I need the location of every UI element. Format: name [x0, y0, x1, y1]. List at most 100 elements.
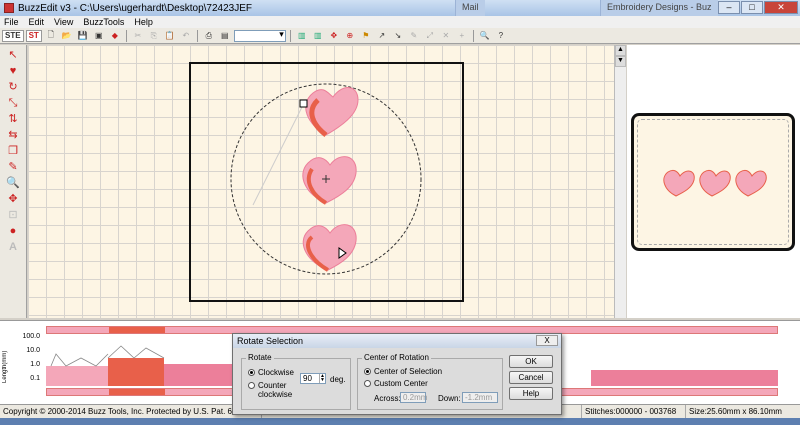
close-button[interactable]: ✕ [764, 1, 798, 14]
help-icon[interactable]: ? [494, 30, 508, 42]
background-window-tab-embroidery[interactable]: Embroidery Designs - Buz [600, 0, 718, 16]
cancel-button[interactable]: Cancel [509, 371, 553, 384]
stitch-arrow-icon[interactable]: ↘ [391, 30, 405, 42]
center-of-rotation-group: Center of Rotation Center of Selection C… [357, 353, 503, 410]
ok-button[interactable]: OK [509, 355, 553, 368]
duplicate-tool-icon[interactable]: ❐ [4, 145, 22, 158]
spin-arrows-icon[interactable]: ▲ ▼ [319, 374, 325, 383]
heart-bottom[interactable] [302, 224, 357, 272]
stitch-insert-icon[interactable]: + [455, 30, 469, 42]
rotate-selection-dialog: Rotate Selection X Rotate Clockwise Coun… [232, 333, 562, 415]
down-value: -1.2mm [465, 393, 493, 402]
maximize-button[interactable]: □ [741, 1, 763, 14]
down-label: Down: [438, 394, 461, 403]
cut-icon[interactable]: ✂ [131, 30, 145, 42]
st-mode-button[interactable]: ST [25, 29, 42, 42]
center-group-label: Center of Rotation [362, 353, 431, 362]
stitch-tool-icon[interactable]: ✎ [4, 161, 22, 174]
background-window-tab-mail[interactable]: Mail [455, 0, 485, 16]
undo-icon[interactable]: ↶ [179, 30, 193, 42]
heart-top[interactable] [305, 87, 359, 137]
zoom-tool-icon[interactable]: 🔍 [4, 177, 22, 190]
rotate-tool-icon[interactable]: ↻ [4, 81, 22, 94]
color-sort-icon[interactable]: ▥ [311, 30, 325, 42]
move-tool-icon[interactable]: ✥ [4, 193, 22, 206]
crop-tool-icon[interactable]: ⊡ [4, 209, 22, 222]
across-label: Across: [374, 394, 401, 403]
print-preview-icon[interactable]: ▣ [92, 30, 106, 42]
color-tool-icon[interactable]: ● [4, 225, 22, 238]
menu-help[interactable]: Help [134, 16, 153, 28]
radio-dot [248, 382, 255, 389]
down-input[interactable]: -1.2mm [462, 392, 498, 403]
design-canvas[interactable] [28, 45, 614, 318]
menu-edit[interactable]: Edit [29, 16, 45, 28]
graph-ytick: 0.1 [30, 375, 40, 382]
taskbar-strip [0, 418, 800, 425]
guide-line [252, 104, 304, 206]
graph-ytick: 100.0 [22, 333, 40, 340]
graph-ytick: 1.0 [30, 361, 40, 368]
radio-dot [248, 369, 255, 376]
mirror-tool-icon[interactable]: ⇆ [4, 129, 22, 142]
open-icon[interactable]: 📂 [60, 30, 74, 42]
clockwise-radio[interactable]: Clockwise [248, 368, 294, 377]
help-button[interactable]: Help [509, 387, 553, 400]
counter-clockwise-radio[interactable]: Counter clockwise [248, 381, 300, 399]
radio-dot [364, 380, 371, 387]
scroll-down-icon[interactable]: ▼ [615, 56, 626, 67]
resize-tool-icon[interactable]: ⤡ [4, 97, 22, 110]
select-tool-icon[interactable]: ↖ [4, 49, 22, 62]
radio-dot [364, 368, 371, 375]
app-icon [4, 3, 14, 13]
minimize-button[interactable]: – [718, 1, 740, 14]
new-icon[interactable]: 🗋 [44, 30, 58, 42]
rotate-handle[interactable] [299, 99, 308, 108]
stitch-move-icon[interactable]: ⤢ [423, 30, 437, 42]
menu-file[interactable]: File [4, 16, 19, 28]
custom-center-radio[interactable]: Custom Center [364, 379, 428, 388]
degrees-value: 90 [303, 374, 312, 383]
dialog-title: Rotate Selection [237, 336, 304, 346]
dialog-close-button[interactable]: X [536, 335, 558, 346]
heart-tool-icon[interactable]: ♥ [4, 65, 22, 78]
scroll-up-icon[interactable]: ▲ [615, 45, 626, 56]
canvas-drawing [189, 62, 464, 302]
graph-y-label: Length(mm) [2, 350, 8, 383]
stitch-delete-icon[interactable]: ✕ [439, 30, 453, 42]
copy-icon[interactable]: ⎘ [147, 30, 161, 42]
save-icon[interactable]: 💾 [76, 30, 90, 42]
preview-panel [627, 45, 800, 318]
main-toolbar: STE ST 🗋 📂 💾 ▣ ◆ ✂ ⎘ 📋 ↶ ⎙ ▤ ▥ ▥ ✥ ⊕ ⚑ ↗… [0, 28, 800, 44]
left-toolbar: ↖ ♥ ↻ ⤡ ⇅ ⇆ ❐ ✎ 🔍 ✥ ⊡ ● A [0, 45, 27, 318]
design-info-icon[interactable]: ◆ [108, 30, 122, 42]
color-bars-icon[interactable]: ▥ [295, 30, 309, 42]
status-copyright: Copyright © 2000-2014 Buzz Tools, Inc. P… [0, 404, 262, 419]
preview-hoop [631, 113, 795, 251]
stitch-edit-icon[interactable]: ✎ [407, 30, 421, 42]
heart-middle[interactable] [302, 156, 357, 205]
degrees-input[interactable]: 90 ▲ ▼ [300, 373, 326, 384]
toolbar-separator [289, 29, 291, 42]
arrow-icon[interactable]: ↗ [375, 30, 389, 42]
menu-view[interactable]: View [54, 16, 73, 28]
text-tool-icon[interactable]: A [4, 241, 22, 254]
center-icon[interactable]: ⊕ [343, 30, 357, 42]
stitch-mode-button[interactable]: STE [2, 29, 24, 42]
menu-buzztools[interactable]: BuzzTools [83, 16, 124, 28]
select-icon[interactable]: ✥ [327, 30, 341, 42]
paste-icon[interactable]: 📋 [163, 30, 177, 42]
ruler-selection [109, 327, 165, 333]
toolbar-separator [196, 29, 198, 42]
zoom-icon[interactable]: 🔍 [478, 30, 492, 42]
hoop-icon[interactable]: ▤ [218, 30, 232, 42]
toolbar-separator [125, 29, 127, 42]
print-icon[interactable]: ⎙ [202, 30, 216, 42]
across-input[interactable]: 0.2mm [400, 392, 427, 403]
graph-ytick: 10.0 [26, 347, 40, 354]
hoop-select[interactable] [233, 29, 286, 42]
canvas-scrollbar[interactable]: ▲ ▼ [614, 45, 626, 318]
flip-tool-icon[interactable]: ⇅ [4, 113, 22, 126]
center-of-selection-radio[interactable]: Center of Selection [364, 367, 442, 376]
flag-icon[interactable]: ⚑ [359, 30, 373, 42]
